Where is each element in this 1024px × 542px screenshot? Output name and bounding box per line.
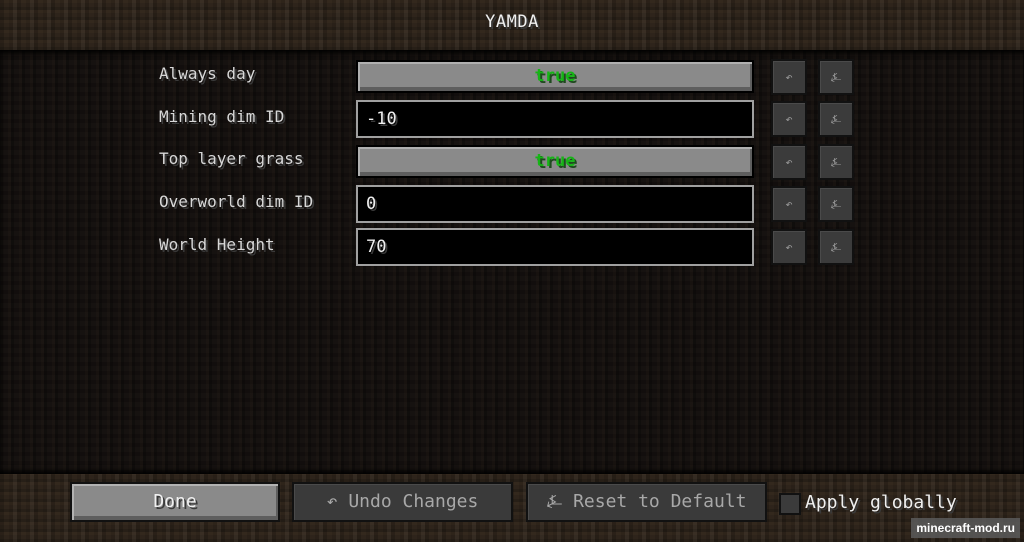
undo-entry-button[interactable]: ↶ (771, 144, 807, 180)
config-row-top-layer-grass: Top layer grass true ↶ ⍼ (0, 144, 1024, 187)
reset-entry-button[interactable]: ⍼ (818, 186, 854, 222)
undo-icon: ↶ (785, 240, 793, 254)
entry-label: Always day (159, 64, 256, 83)
undo-icon: ↶ (785, 155, 793, 169)
undo-entry-button[interactable]: ↶ (771, 59, 807, 95)
world-height-input[interactable]: 70 (356, 228, 754, 266)
watermark: minecraft-mod.ru (911, 518, 1020, 538)
reset-icon: ⍼ (830, 112, 842, 126)
header-bar: YAMDA (0, 0, 1024, 50)
entry-label: Overworld dim ID (159, 192, 314, 211)
screen-title: YAMDA (485, 12, 539, 32)
entry-label: Mining dim ID (159, 107, 285, 126)
apply-globally-label: Apply globally (805, 492, 957, 513)
reset-icon: ⍼ (830, 70, 842, 84)
reset-entry-button[interactable]: ⍼ (818, 229, 854, 265)
config-row-mining-dim-id: Mining dim ID -10 ↶ ⍼ (0, 100, 1024, 145)
config-row-overworld-dim-id: Overworld dim ID 0 ↶ ⍼ (0, 185, 1024, 230)
top-layer-grass-toggle[interactable]: true (356, 145, 754, 178)
reset-entry-button[interactable]: ⍼ (818, 59, 854, 95)
mining-dim-id-input[interactable]: -10 (356, 100, 754, 138)
undo-icon: ↶ (785, 112, 793, 126)
apply-globally-checkbox[interactable] (779, 493, 801, 515)
done-button[interactable]: Done (70, 482, 280, 522)
reset-to-default-button[interactable]: ⍼ Reset to Default (526, 482, 767, 522)
undo-entry-button[interactable]: ↶ (771, 186, 807, 222)
entry-label: Top layer grass (159, 149, 304, 168)
entry-label: World Height (159, 235, 275, 254)
always-day-toggle[interactable]: true (356, 60, 754, 93)
undo-entry-button[interactable]: ↶ (771, 229, 807, 265)
undo-icon: ↶ (785, 197, 793, 211)
reset-entry-button[interactable]: ⍼ (818, 144, 854, 180)
reset-icon: ⍼ (830, 240, 842, 254)
reset-entry-button[interactable]: ⍼ (818, 101, 854, 137)
config-row-world-height: World Height 70 ↶ ⍼ (0, 228, 1024, 273)
undo-icon: ↶ (785, 70, 793, 84)
config-row-always-day: Always day true ↶ ⍼ (0, 59, 1024, 102)
reset-icon: ⍼ (830, 197, 842, 211)
overworld-dim-id-input[interactable]: 0 (356, 185, 754, 223)
undo-changes-button[interactable]: ↶ Undo Changes (292, 482, 513, 522)
undo-entry-button[interactable]: ↶ (771, 101, 807, 137)
reset-icon: ⍼ (830, 155, 842, 169)
